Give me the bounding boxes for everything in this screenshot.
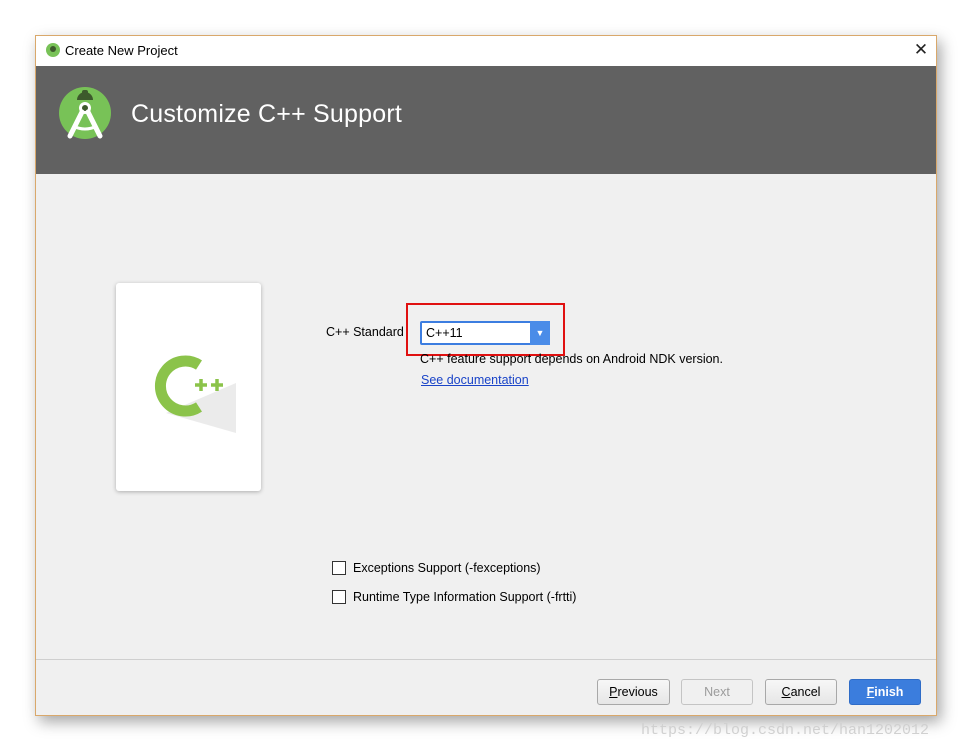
exceptions-support-option[interactable]: Exceptions Support (-fexceptions) <box>332 561 541 575</box>
android-studio-logo-icon <box>59 87 111 139</box>
rtti-support-option[interactable]: Runtime Type Information Support (-frtti… <box>332 590 576 604</box>
rtti-support-checkbox[interactable] <box>332 590 346 604</box>
previous-label: revious <box>617 685 658 699</box>
cpp-icon <box>154 355 236 433</box>
close-button[interactable]: ✕ <box>906 36 936 66</box>
template-preview-card <box>116 283 261 491</box>
rtti-support-label: Runtime Type Information Support (-frtti… <box>353 590 577 604</box>
chevron-down-icon[interactable]: ▼ <box>530 321 550 345</box>
footer-divider <box>36 659 936 660</box>
previous-mnemonic: P <box>609 685 618 699</box>
cancel-mnemonic: C <box>781 685 791 699</box>
exceptions-support-checkbox[interactable] <box>332 561 346 575</box>
exceptions-support-label: Exceptions Support (-fexceptions) <box>353 561 541 575</box>
title-bar: Create New Project ✕ <box>36 36 936 66</box>
next-button[interactable]: Next <box>681 679 753 705</box>
window-title: Create New Project <box>65 43 178 58</box>
previous-button[interactable]: Previous <box>597 679 670 705</box>
finish-label: inish <box>874 685 904 699</box>
cpp-standard-label: C++ Standard <box>326 325 404 339</box>
cancel-label: ancel <box>790 685 821 699</box>
finish-button[interactable]: Finish <box>849 679 921 705</box>
watermark-text: https://blog.csdn.net/han1202012 <box>641 722 930 739</box>
page-title: Customize C++ Support <box>131 100 402 128</box>
wizard-header: Customize C++ Support <box>36 66 936 174</box>
cpp-standard-dropdown[interactable]: C++11 ▼ <box>420 321 550 345</box>
see-documentation-link[interactable]: See documentation <box>421 373 529 387</box>
cancel-button[interactable]: Cancel <box>765 679 837 705</box>
android-studio-icon <box>46 43 60 57</box>
wizard-content: C++ Standard C++11 ▼ C++ feature support… <box>36 174 936 659</box>
ndk-version-hint: C++ feature support depends on Android N… <box>420 352 723 366</box>
cpp-standard-value: C++11 <box>426 326 463 340</box>
create-project-dialog: Create New Project ✕ Customize C++ Suppo… <box>35 35 937 716</box>
